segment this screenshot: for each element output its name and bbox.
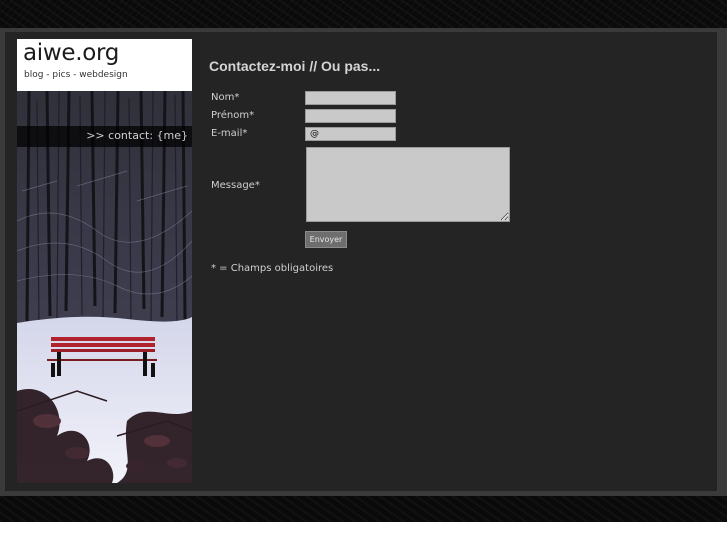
nom-label: Nom* — [211, 92, 240, 103]
submit-button[interactable]: Envoyer — [305, 231, 347, 248]
message-label: Message* — [211, 180, 260, 191]
sidebar: aiwe.org blog - pics - webdesign >> cont… — [17, 39, 192, 483]
bottom-band — [0, 496, 727, 522]
page-title: Contactez-moi // Ou pas... — [209, 58, 381, 74]
email-field[interactable] — [305, 127, 396, 141]
nav-contact-link[interactable]: >> contact: {me} — [86, 129, 188, 142]
site-tagline: blog - pics - webdesign — [24, 70, 128, 80]
required-fields-note: * = Champs obligatoires — [211, 263, 334, 274]
prenom-field[interactable] — [305, 109, 396, 123]
top-band — [0, 0, 727, 28]
main-content: Contactez-moi // Ou pas... Nom* Prénom* … — [204, 39, 713, 483]
prenom-label: Prénom* — [211, 110, 255, 121]
header-photo — [17, 91, 192, 483]
nom-field[interactable] — [305, 91, 396, 105]
snow-forest-bench-image — [17, 91, 192, 483]
email-label: E-mail* — [211, 128, 248, 139]
nav-bar: >> contact: {me} — [17, 126, 192, 147]
message-textarea[interactable] — [306, 147, 510, 222]
site-title: aiwe.org — [23, 40, 120, 66]
site-logo[interactable]: aiwe.org blog - pics - webdesign — [17, 39, 192, 91]
